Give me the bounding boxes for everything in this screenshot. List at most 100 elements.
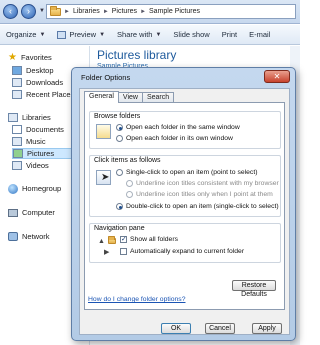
radio-single-click[interactable] [116,169,123,176]
checkbox-show-all-folders[interactable]: ✓ [120,236,127,243]
radio-double-click[interactable] [116,203,123,210]
nav-homegroup-label: Homegroup [22,184,62,193]
organize-label: Organize [6,30,37,39]
share-with-label: Share with [117,30,153,39]
nav-homegroup[interactable]: Homegroup [8,183,61,194]
tree-expand-icon: ▲ [98,238,105,245]
click-items-label: Click items as follows [94,157,161,164]
downloads-icon [12,78,22,87]
nav-videos[interactable]: Videos [12,160,49,171]
recent-places-icon [12,90,22,99]
nav-recent-places[interactable]: Recent Places [12,89,74,100]
click-items-icon: ➤ [96,170,111,185]
breadcrumb-separator-icon[interactable]: ► [64,9,70,15]
breadcrumb-libraries[interactable]: Libraries [73,8,100,15]
nav-libraries-label: Libraries [22,113,51,122]
restore-defaults-button[interactable]: Restore Defaults [232,280,276,298]
dialog-title: Folder Options [81,73,131,82]
option-auto-expand[interactable]: Automatically expand to current folder [120,248,244,255]
option-own-window[interactable]: Open each folder in its own window [116,135,233,142]
radio-same-window[interactable] [116,124,123,131]
nav-videos-label: Videos [26,161,49,170]
option-underline-consistent[interactable]: Underline icon titles consistent with my… [126,180,279,187]
option-own-window-label: Open each folder in its own window [126,135,233,142]
navigation-pane-label: Navigation pane [94,225,145,232]
back-button[interactable]: ‹ [3,4,18,19]
option-same-window[interactable]: Open each folder in the same window [116,124,240,131]
dropdown-arrow-icon: ▼ [39,31,46,38]
radio-own-window[interactable] [116,135,123,142]
nav-network[interactable]: Network [8,231,50,242]
ok-button[interactable]: OK [161,323,191,334]
nav-favorites[interactable]: ★ Favorites [8,52,52,63]
dropdown-arrow-icon: ▼ [155,31,162,38]
nav-computer[interactable]: Computer [8,207,55,218]
nav-music[interactable]: Music [12,136,46,147]
preview-icon [57,30,67,39]
share-with-button[interactable]: Share with ▼ [117,30,161,39]
desktop-icon [12,66,22,75]
radio-underline-consistent[interactable] [126,180,133,187]
slide-show-button[interactable]: Slide show [173,30,209,39]
click-items-group: Click items as follows ➤ Single-click to… [89,155,281,217]
network-icon [8,232,18,241]
option-show-all-folders[interactable]: ✓ Show all folders [120,236,178,243]
option-underline-consistent-label: Underline icon titles consistent with my… [136,180,279,187]
cancel-button[interactable]: Cancel [205,323,235,334]
option-same-window-label: Open each folder in the same window [126,124,240,131]
address-box[interactable]: ► Libraries ► Pictures ► Sample Pictures [46,4,296,19]
nav-network-label: Network [22,232,50,241]
browse-folders-icon [96,124,111,139]
general-tab-panel: Browse folders Open each folder in the s… [84,102,285,310]
nav-pictures[interactable]: Pictures [12,148,72,159]
option-double-click[interactable]: Double-click to open an item (single-cli… [116,203,279,210]
breadcrumb-pictures[interactable]: Pictures [112,8,137,15]
print-label: Print [221,30,238,39]
nav-libraries[interactable]: Libraries [8,112,51,123]
option-underline-point[interactable]: Underline icon titles only when I point … [126,191,273,198]
nav-computer-label: Computer [22,208,55,217]
help-link[interactable]: How do I change folder options? [88,296,186,303]
browse-folders-group: Browse folders Open each folder in the s… [89,111,281,149]
pointer-cursor-icon: ➤ [101,172,110,183]
tab-general[interactable]: General [84,91,119,103]
nav-music-label: Music [26,137,46,146]
option-single-click[interactable]: Single-click to open an item (point to s… [116,169,257,176]
nav-documents-label: Documents [26,125,64,134]
radio-underline-point[interactable] [126,191,133,198]
breadcrumb-separator-icon[interactable]: ► [103,9,109,15]
apply-button[interactable]: Apply [252,323,282,334]
star-icon: ★ [8,51,17,63]
nav-downloads-label: Downloads [26,78,64,87]
breadcrumb-separator-icon[interactable]: ► [140,9,146,15]
slide-show-label: Slide show [173,30,210,39]
library-title: Pictures library [97,48,177,62]
navigation-pane-group: Navigation pane ▲ ▶ ✓ Show all folders A… [89,223,281,263]
nav-pictures-label: Pictures [27,149,55,158]
checkbox-auto-expand[interactable] [120,248,127,255]
documents-icon [12,125,22,134]
nav-desktop[interactable]: Desktop [12,65,54,76]
print-button[interactable]: Print [222,30,237,39]
address-bar: ‹ › ▼ ► Libraries ► Pictures ► Sample Pi… [0,0,300,24]
nav-downloads[interactable]: Downloads [12,77,63,88]
option-auto-expand-label: Automatically expand to current folder [130,248,245,255]
breadcrumb-sample-pictures[interactable]: Sample Pictures [149,8,200,15]
close-button[interactable]: ✕ [264,70,290,83]
email-button[interactable]: E-mail [249,30,270,39]
email-label: E-mail [249,30,271,39]
organize-button[interactable]: Organize ▼ [6,30,45,39]
dropdown-arrow-icon: ▼ [99,31,106,38]
option-show-all-folders-label: Show all folders [130,236,178,243]
folder-icon [50,5,61,16]
option-double-click-label: Double-click to open an item (single-cli… [126,203,279,210]
option-underline-point-label: Underline icon titles only when I point … [136,191,273,198]
forward-button[interactable]: › [21,4,36,19]
nav-documents[interactable]: Documents [12,124,64,135]
recent-pages-chevron-icon[interactable]: ▼ [39,8,45,14]
music-icon [12,137,22,146]
command-bar: Organize ▼ Preview ▼ Share with ▼ Slide … [0,25,300,45]
nav-desktop-label: Desktop [26,66,54,75]
preview-button[interactable]: Preview ▼ [57,30,105,39]
homegroup-icon [8,183,18,194]
